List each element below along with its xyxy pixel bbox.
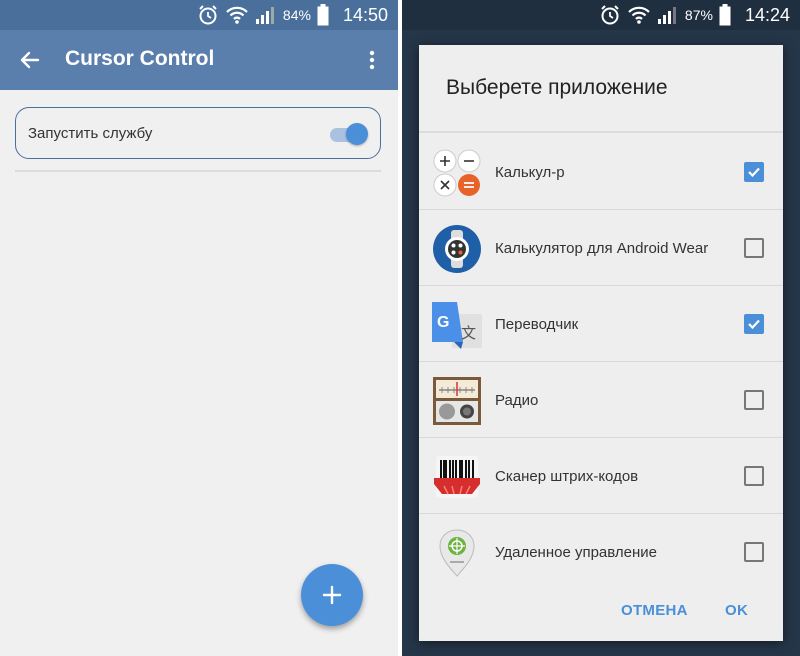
clock: 14:24 bbox=[744, 4, 790, 25]
app-title: Cursor Control bbox=[65, 47, 215, 70]
app-checkbox[interactable] bbox=[744, 466, 764, 486]
start-service-row[interactable]: Запустить службу bbox=[15, 107, 381, 159]
svg-text:G: G bbox=[437, 314, 449, 331]
app-list-item[interactable]: Удаленное управление bbox=[419, 514, 783, 590]
battery-icon bbox=[317, 4, 329, 26]
start-service-label: Запустить службу bbox=[28, 125, 153, 142]
arrow-back-icon bbox=[20, 51, 40, 69]
app-list-item[interactable]: G 文 Переводчик bbox=[419, 286, 783, 362]
overflow-menu-button[interactable] bbox=[360, 44, 384, 76]
battery-icon bbox=[719, 4, 731, 26]
app-name: Калькулятор для Android Wear bbox=[495, 240, 709, 257]
signal-icon bbox=[255, 7, 274, 24]
app-chooser-screen: 87% 14:24 Выберете приложение Калькул-р bbox=[402, 0, 800, 656]
plus-icon bbox=[322, 585, 342, 605]
app-checkbox[interactable] bbox=[744, 238, 764, 258]
app-name: Удаленное управление bbox=[495, 544, 657, 561]
dialog-divider bbox=[419, 131, 783, 133]
status-bar: 87% 14:24 bbox=[402, 0, 800, 30]
app-name: Калькул-р bbox=[495, 164, 565, 181]
check-icon bbox=[748, 319, 760, 330]
svg-text:文: 文 bbox=[461, 324, 476, 342]
app-list-item[interactable]: Радио bbox=[419, 362, 783, 438]
app-checkbox[interactable] bbox=[744, 162, 764, 182]
calculator-icon bbox=[433, 149, 481, 197]
cursor-control-screen: 84% 14:50 Cursor Control Запустить служб… bbox=[0, 0, 398, 656]
dialog-title: Выберете приложение bbox=[446, 76, 668, 99]
radio-icon bbox=[433, 377, 481, 425]
battery-percent: 84% bbox=[282, 7, 311, 23]
app-list-item[interactable]: Сканер штрих-кодов bbox=[419, 438, 783, 514]
battery-percent: 87% bbox=[684, 7, 713, 23]
translate-icon: G 文 bbox=[432, 302, 482, 349]
clock: 14:50 bbox=[342, 4, 388, 25]
add-fab-button[interactable] bbox=[301, 564, 363, 626]
ok-button[interactable]: OK bbox=[725, 602, 748, 619]
barcode-scanner-icon bbox=[434, 456, 480, 498]
back-button[interactable] bbox=[12, 42, 48, 78]
check-icon bbox=[748, 167, 760, 178]
android-wear-calculator-icon bbox=[433, 225, 481, 273]
start-service-switch[interactable] bbox=[328, 122, 368, 146]
app-checkbox[interactable] bbox=[744, 390, 764, 410]
choose-app-dialog: Выберете приложение Калькул-р Калькулято… bbox=[419, 45, 783, 641]
switch-thumb bbox=[346, 123, 368, 145]
cancel-button[interactable]: ОТМЕНА bbox=[621, 602, 688, 619]
app-checkbox[interactable] bbox=[744, 314, 764, 334]
remote-control-icon bbox=[439, 529, 475, 577]
more-vert-icon bbox=[369, 50, 375, 70]
app-list-item[interactable]: Калькулятор для Android Wear bbox=[419, 210, 783, 286]
alarm-icon bbox=[601, 5, 619, 25]
app-list-item[interactable]: Калькул-р bbox=[419, 134, 783, 210]
wifi-icon bbox=[226, 6, 248, 24]
signal-icon bbox=[657, 7, 676, 24]
app-bar: Cursor Control bbox=[0, 30, 398, 90]
app-name: Радио bbox=[495, 392, 539, 409]
divider bbox=[15, 170, 381, 172]
alarm-icon bbox=[199, 5, 217, 25]
app-name: Переводчик bbox=[495, 316, 579, 333]
app-checkbox[interactable] bbox=[744, 542, 764, 562]
app-name: Сканер штрих-кодов bbox=[495, 468, 639, 485]
status-bar: 84% 14:50 bbox=[0, 0, 398, 30]
wifi-icon bbox=[628, 6, 650, 24]
